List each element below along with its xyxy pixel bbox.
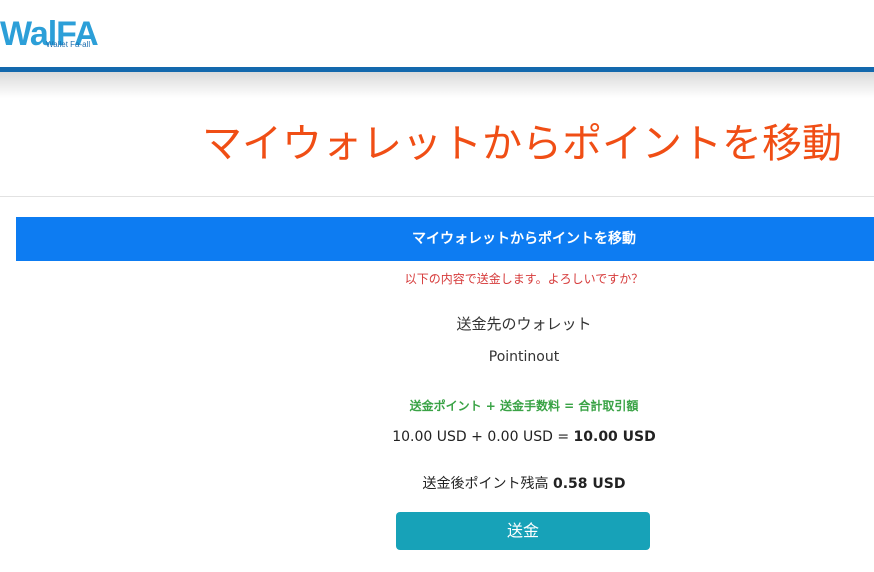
logo-subtext: Wallet Fa-all: [46, 40, 91, 49]
formula-label: 送金ポイント + 送金手数料 = 合計取引額: [409, 399, 639, 413]
total-value: 10.00 USD: [573, 429, 656, 445]
balance-label: 送金後ポイント残高: [422, 476, 549, 492]
destination-label: 送金先のウォレット: [456, 315, 592, 333]
send-button[interactable]: 送金: [396, 512, 650, 550]
fee-value: 0.00 USD: [487, 429, 553, 445]
plus-sign: +: [471, 429, 483, 445]
amount-value: 10.00 USD: [392, 429, 467, 445]
destination-value: Pointinout: [488, 349, 560, 365]
balance-after-transfer: 送金後ポイント残高 0.58 USD: [324, 474, 724, 494]
header-shadow: [0, 72, 874, 98]
page-title: マイウォレットからポイントを移動: [202, 121, 842, 167]
title-divider: [0, 196, 874, 197]
balance-value: 0.58 USD: [552, 476, 626, 492]
equals-sign: =: [557, 429, 570, 445]
site-header: WalFA Wallet Fa-all: [0, 0, 874, 67]
walfa-logo[interactable]: WalFA Wallet Fa-all: [0, 14, 130, 54]
transaction-formula: 10.00 USD + 0.00 USD = 10.00 USD: [324, 427, 724, 447]
confirm-message: 以下の内容で送金します。よろしいですか？: [404, 272, 644, 286]
card-header: マイウォレットからポイントを移動: [16, 217, 874, 261]
